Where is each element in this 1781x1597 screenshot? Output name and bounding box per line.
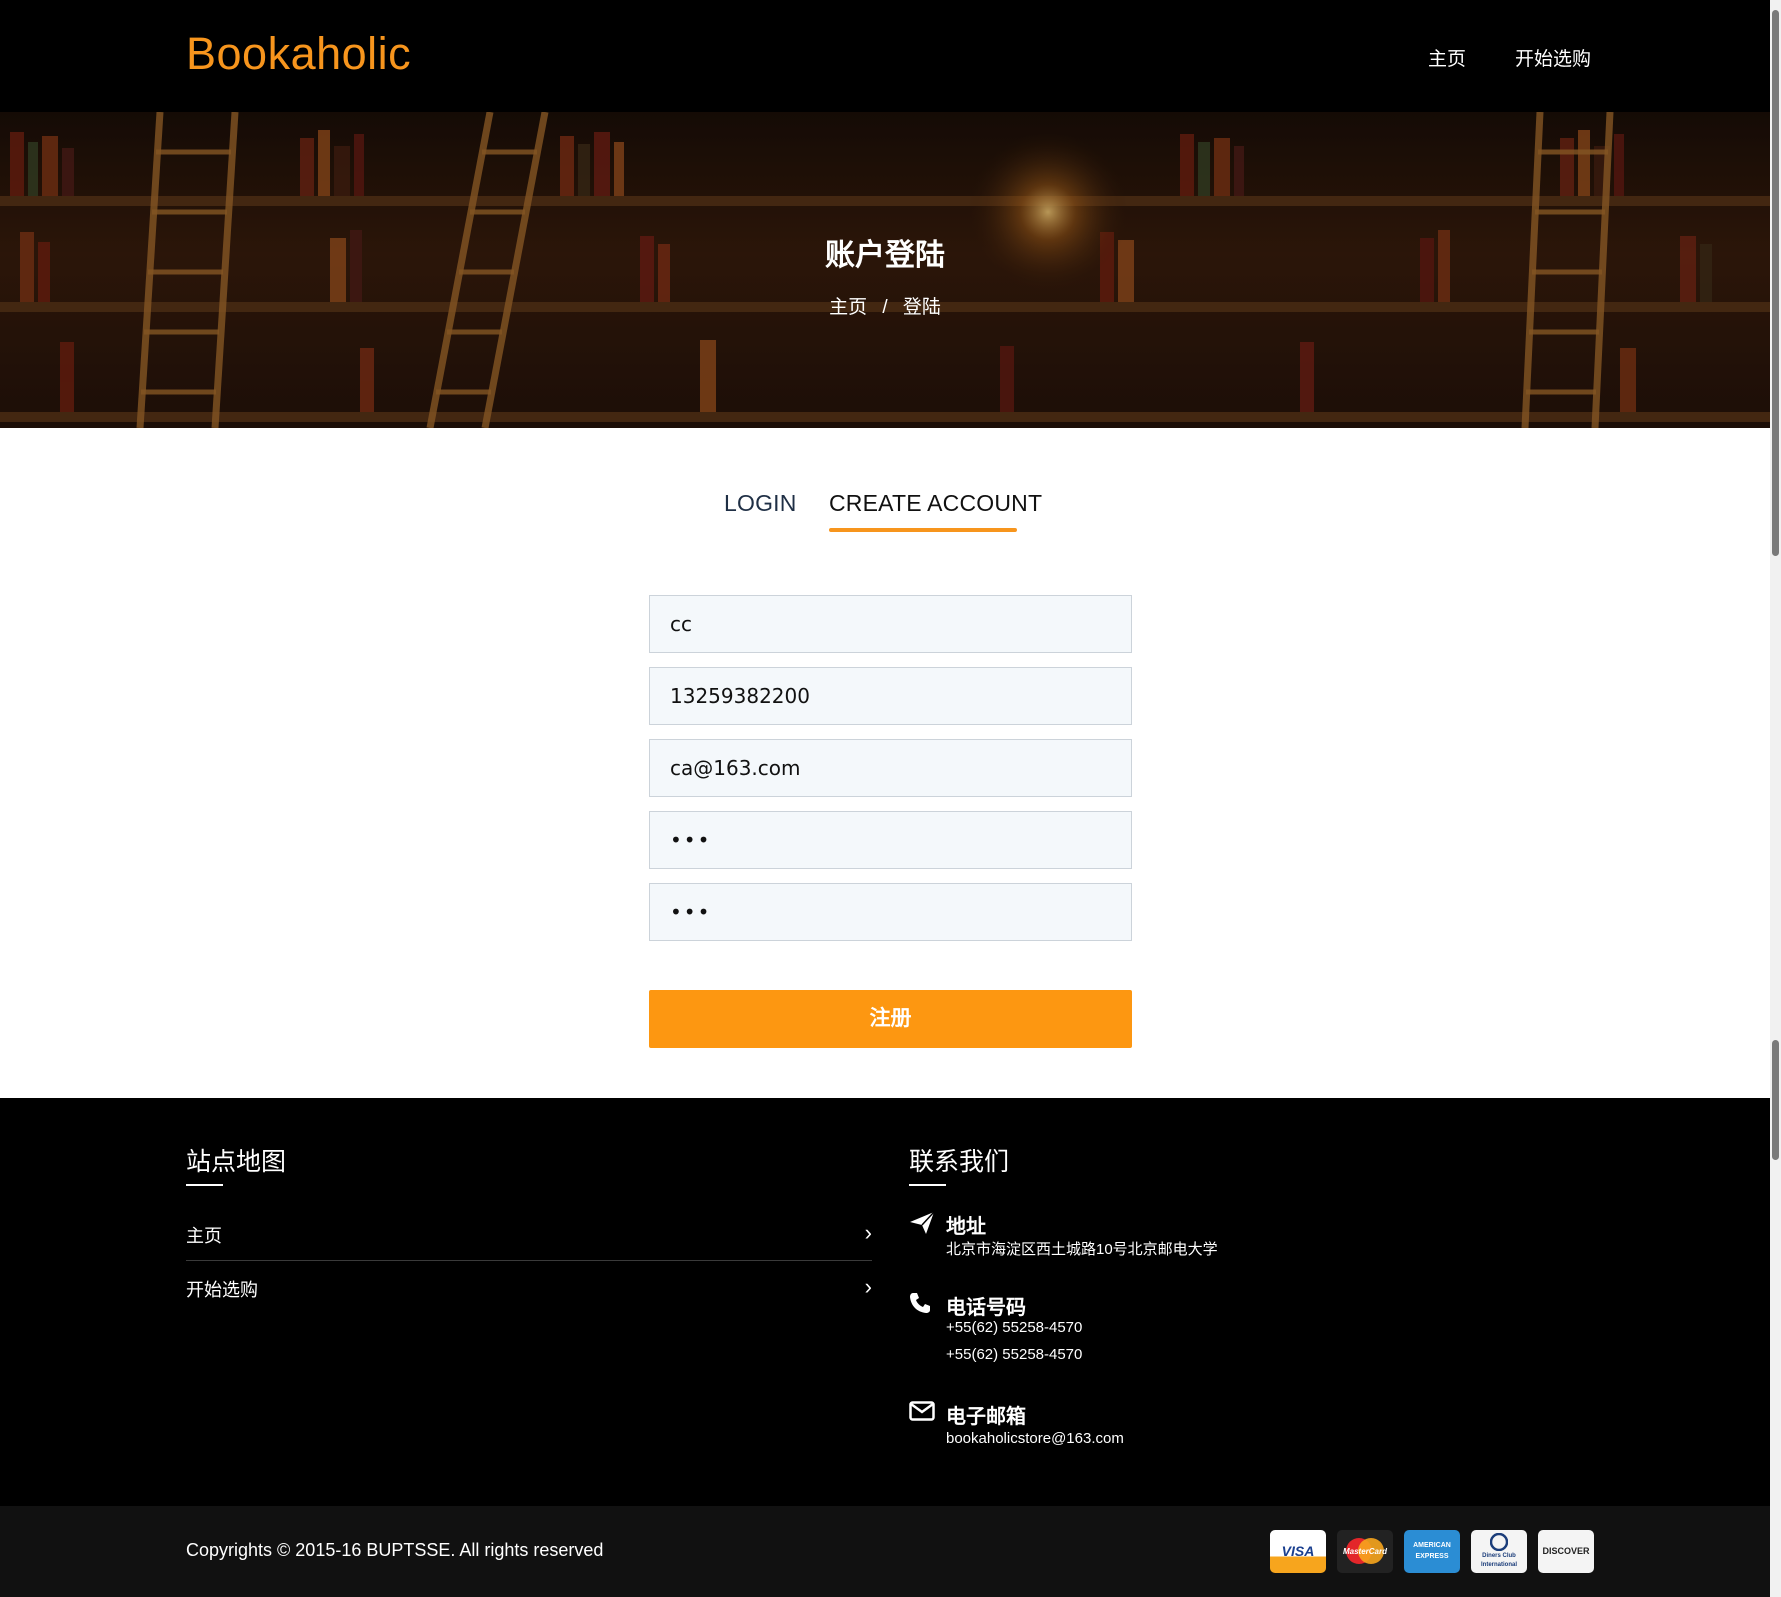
discover-card-icon: DISCOVER <box>1538 1530 1594 1573</box>
paper-plane-icon <box>909 1211 935 1240</box>
sitemap-link-label: 主页 <box>186 1226 222 1246</box>
page-title: 账户登陆 <box>825 239 945 272</box>
chevron-right-icon: › <box>864 1220 872 1245</box>
site-logo[interactable]: Bookaholic <box>186 28 411 80</box>
contact-heading-underline <box>909 1184 946 1186</box>
mastercard-icon: MasterCard <box>1337 1530 1393 1573</box>
tab-login[interactable]: LOGIN <box>724 490 797 517</box>
chevron-right-icon: › <box>864 1274 872 1299</box>
nav-link-home[interactable]: 主页 <box>1428 44 1466 71</box>
scrollbar-thumb-secondary[interactable] <box>1772 1040 1779 1160</box>
username-input[interactable]: cc <box>649 595 1132 653</box>
sitemap-link-home[interactable]: 主页 › <box>186 1220 872 1248</box>
tab-create-account[interactable]: CREATE ACCOUNT <box>829 490 1042 517</box>
copyright-text: Copyrights © 2015-16 BUPTSSE. All rights… <box>186 1540 604 1560</box>
email-link[interactable]: bookaholicstore@163.com <box>946 1430 1124 1447</box>
sitemap-heading-underline <box>186 1184 223 1186</box>
phone-icon <box>909 1292 931 1319</box>
scrollbar-thumb-top[interactable] <box>1772 10 1779 556</box>
sitemap-heading: 站点地图 <box>186 1148 287 1176</box>
phone-input[interactable]: 13259382200 <box>649 667 1132 725</box>
breadcrumb-home-link[interactable]: 主页 <box>829 297 867 318</box>
phone-number: +55(62) 55258-4570 <box>946 1319 1083 1336</box>
sitemap-link-label: 开始选购 <box>186 1280 258 1300</box>
amex-card-icon: AMERICAN EXPRESS <box>1404 1530 1460 1573</box>
visa-card-icon: VISA <box>1270 1530 1326 1573</box>
footer: 站点地图 主页 › 开始选购 › 联系我们 地址 北京市海淀区西土城路10号北京… <box>0 1098 1770 1506</box>
email-input[interactable]: ca@163.com <box>649 739 1132 797</box>
email-title: 电子邮箱 <box>946 1406 1026 1428</box>
address-text: 北京市海淀区西土城路10号北京邮电大学 <box>946 1241 1218 1258</box>
breadcrumb-current: 登陆 <box>902 297 941 318</box>
sitemap-divider <box>186 1260 872 1261</box>
password-input[interactable]: ••• <box>649 811 1132 869</box>
nav-link-shop[interactable]: 开始选购 <box>1515 44 1591 71</box>
diners-club-icon: Diners Club International <box>1471 1530 1527 1573</box>
breadcrumb: 主页 / 登陆 <box>0 292 1770 319</box>
address-title: 地址 <box>946 1216 986 1238</box>
breadcrumb-separator: / <box>882 297 888 318</box>
phone-number: +55(62) 55258-4570 <box>946 1346 1083 1363</box>
top-navbar: Bookaholic 主页 开始选购 <box>0 0 1770 112</box>
phone-title: 电话号码 <box>946 1297 1026 1319</box>
active-tab-indicator <box>829 528 1017 532</box>
envelope-icon <box>909 1401 935 1426</box>
copyright-bar: Copyrights © 2015-16 BUPTSSE. All rights… <box>0 1506 1770 1597</box>
contact-heading: 联系我们 <box>909 1148 1010 1176</box>
hero-banner: 账户登陆 主页 / 登陆 <box>0 112 1770 428</box>
register-button[interactable]: 注册 <box>649 990 1132 1048</box>
confirm-password-input[interactable]: ••• <box>649 883 1132 941</box>
sitemap-link-shop[interactable]: 开始选购 › <box>186 1274 872 1302</box>
